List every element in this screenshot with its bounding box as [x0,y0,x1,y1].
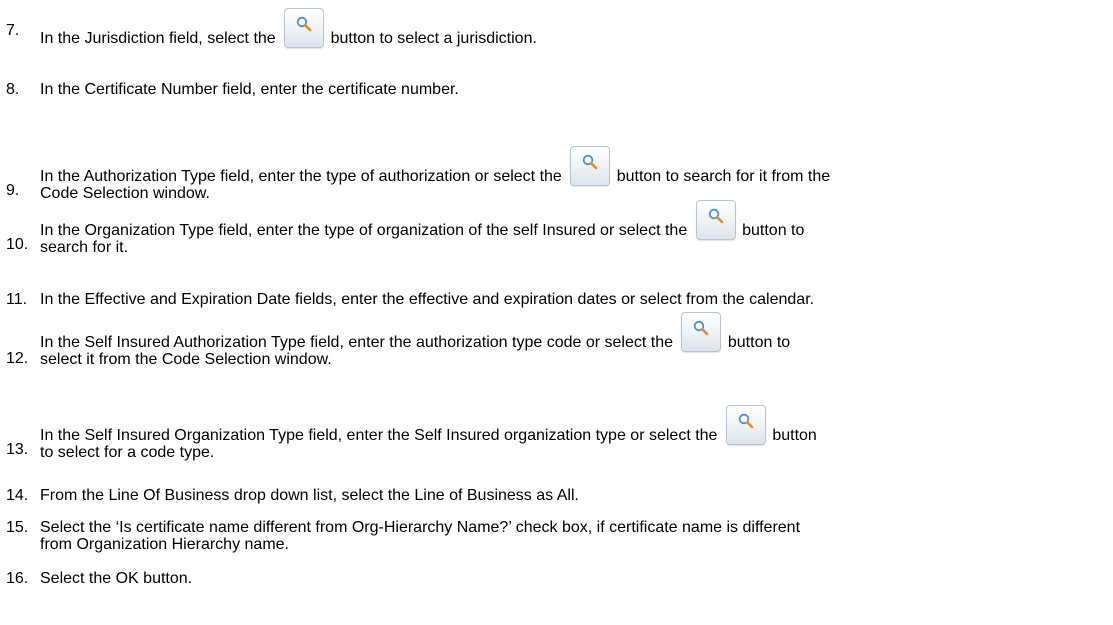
step-text-continuation: to select for a code type. [40,444,215,461]
magnifier-search-icon [583,154,598,170]
step-text-before: In the Organization Type field, enter th… [40,222,692,239]
step-number: 15. [6,519,29,536]
step-text-before: In the Jurisdiction field, select the [40,30,281,47]
step-number: 7. [6,22,20,39]
step-text-main: Select the ‘Is certificate name differen… [40,519,801,536]
step-text-before: In the Self Insured Authorization Type f… [40,334,678,351]
step-text: From the Line Of Business drop down list… [40,487,579,504]
search-button[interactable] [570,146,611,186]
step-text-after: button [767,427,817,444]
step-text-before: In the Authorization Type field, enter t… [40,168,567,185]
step-text: Select the OK button. [40,570,193,587]
step-text: In the Authorization Type field, enter t… [40,108,830,202]
step-text: In the Organization Type field, enter th… [40,200,804,256]
step-text-after: button to select a jurisdiction. [326,30,537,47]
step-text-continuation: search for it. [40,239,129,256]
step-number: 13. [6,441,29,458]
step-text-after: button to search for it from the [612,168,831,185]
step-number: 8. [6,81,20,98]
step-number: 10. [6,236,29,253]
step-number: 12. [6,350,29,367]
step-text-after: button to [737,222,805,239]
step-text-continuation: select it from the Code Selection window… [40,351,332,368]
step-text: In the Effective and Expiration Date fie… [40,291,815,308]
step-number: 11. [6,291,28,308]
magnifier-search-icon [708,208,723,224]
step-text-before: In the Self Insured Organization Type fi… [40,427,722,444]
magnifier-search-icon [296,16,312,32]
search-button[interactable] [725,405,766,445]
search-button[interactable] [284,8,325,48]
step-text: In the Self Insured Authorization Type f… [40,312,790,368]
search-button[interactable] [695,200,736,240]
step-number: 9. [6,182,20,199]
step-text-after: button to [723,334,791,351]
search-button[interactable] [681,312,722,352]
step-text: In the Self Insured Organization Type fi… [40,405,817,461]
step-text: In the Certificate Number field, enter t… [40,81,459,98]
step-text: Select the ‘Is certificate name differen… [40,519,800,553]
step-number: 14. [6,487,29,504]
step-text: In the Jurisdiction field, select the bu… [40,8,537,48]
step-number: 16. [6,570,29,587]
magnifier-search-icon [738,413,754,429]
step-text-continuation: from Organization Hierarchy name. [40,536,289,553]
magnifier-search-icon [694,320,709,336]
